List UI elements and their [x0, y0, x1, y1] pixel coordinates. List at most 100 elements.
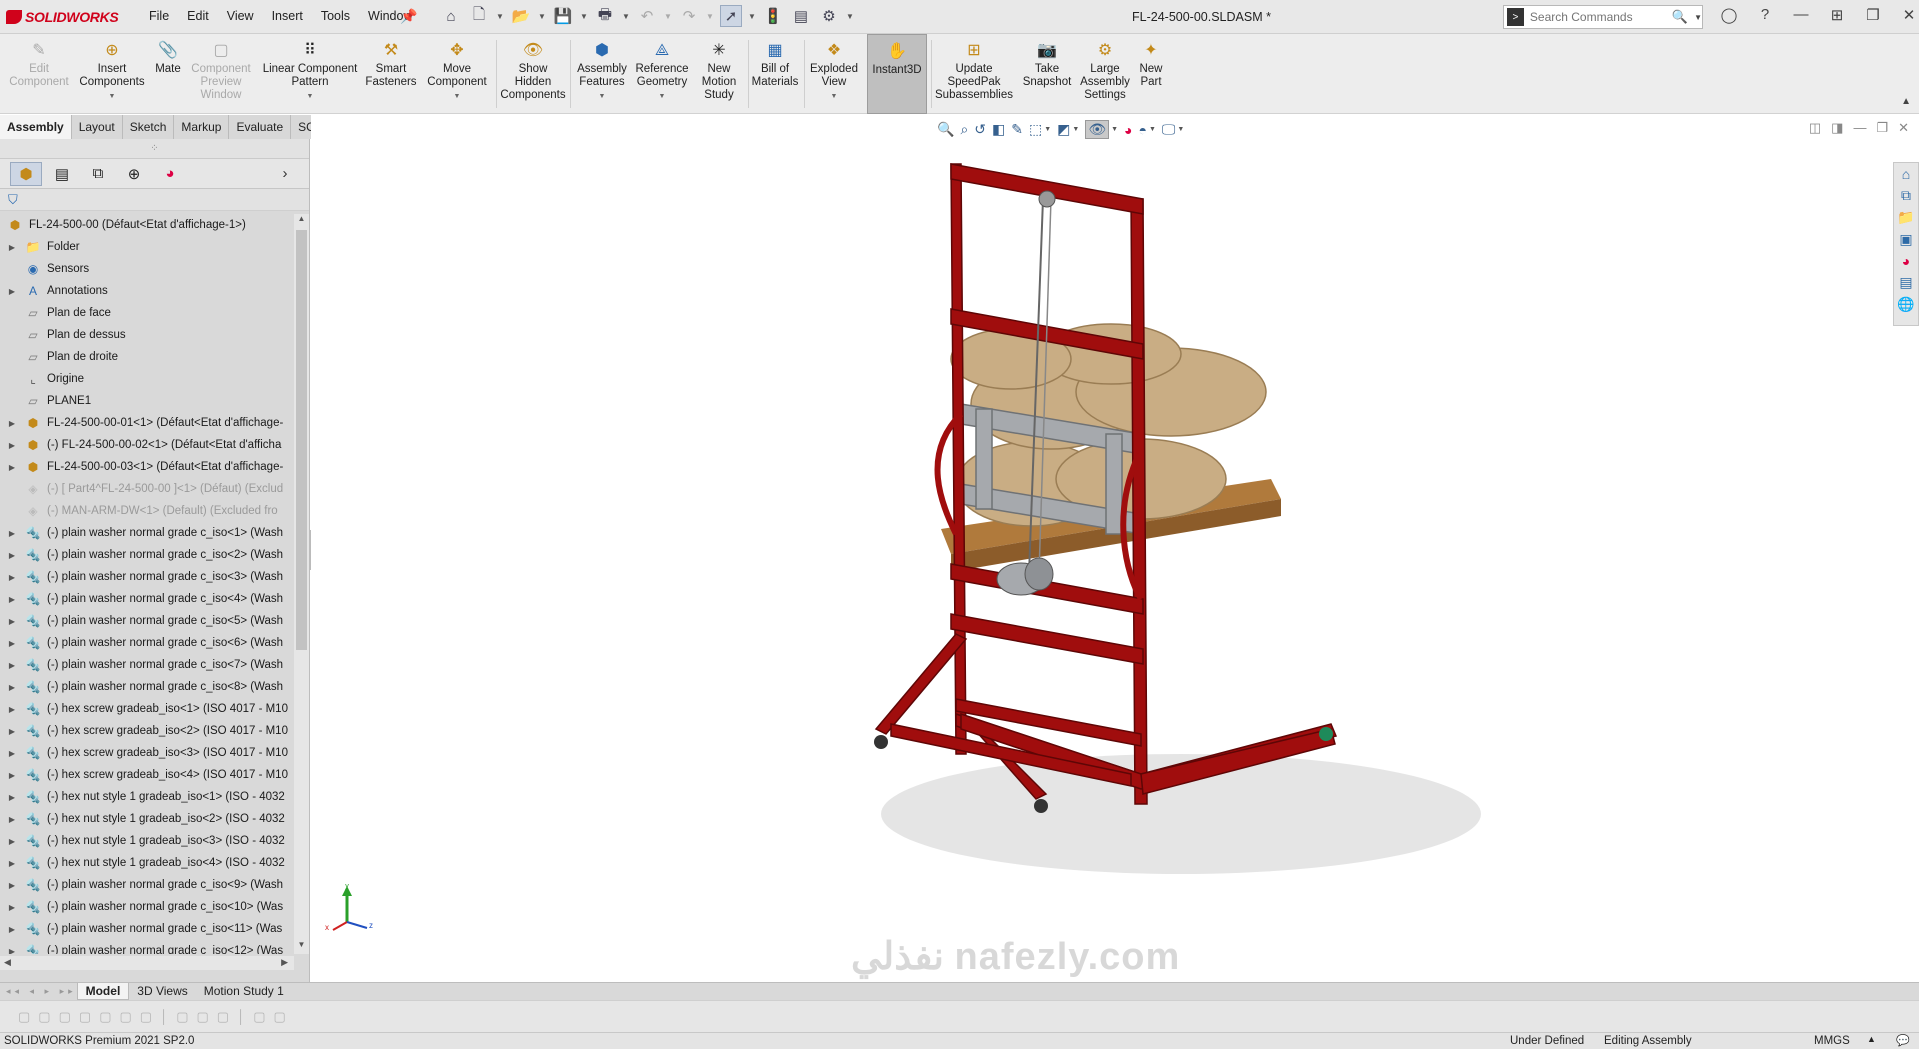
configuration-manager-tab-icon[interactable]: ⧉ [82, 162, 114, 186]
edit-component-button[interactable]: ✎ Edit Component [4, 34, 74, 114]
tree-item[interactable]: ▶ 🔩 (-) plain washer normal grade c_iso<12… [0, 940, 293, 954]
expand-arrow-icon[interactable]: ▶ [6, 463, 18, 472]
view-orientation-dropdown-icon[interactable]: ▼ [1044, 126, 1051, 133]
large-assembly-settings-button[interactable]: ⚙ Large Assembly Settings [1078, 34, 1132, 114]
close-icon[interactable]: ✕ [1896, 6, 1919, 24]
tree-item[interactable]: ▶ ⬢ FL-24-500-00-03<1> (Défaut<Etat d'affi… [0, 456, 293, 478]
edit-appearance-icon[interactable]: ◕ [1124, 122, 1132, 138]
viewport-tile-right-icon[interactable]: ◨ [1831, 120, 1843, 136]
move-component-button[interactable]: ✥ Move Component ▼ [422, 34, 492, 114]
dropdown-arrow-icon[interactable]: ▼ [109, 90, 116, 103]
tree-item[interactable]: ◈ (-) [ Part4^FL-24-500-00 ]<1> (Défaut) … [0, 478, 293, 500]
show-hidden-components-button[interactable]: 👁 Show Hidden Components [500, 34, 566, 114]
tab-navigation-arrows-icon[interactable]: ◂◂ ◂ ▸ ▸▸ [6, 986, 77, 997]
expand-arrow-icon[interactable]: ▶ [6, 661, 18, 670]
dropdown-arrow-icon[interactable]: ▼ [454, 90, 461, 103]
expand-arrow-icon[interactable]: ▶ [6, 859, 18, 868]
take-snapshot-button[interactable]: 📷 Take Snapshot [1018, 34, 1076, 114]
dropdown-arrow-icon[interactable]: ▼ [831, 90, 838, 103]
tab-layout[interactable]: Layout [72, 115, 123, 139]
tooltip-bubble-icon[interactable]: 💬 [1896, 1034, 1910, 1047]
user-account-icon[interactable]: ◯ [1716, 6, 1742, 24]
scroll-down-arrow-icon[interactable]: ▼ [294, 940, 309, 954]
options-dropdown-icon[interactable]: ▼ [846, 12, 854, 21]
view-palette-icon[interactable]: ▣ [1899, 231, 1912, 248]
rebuild-traffic-light-icon[interactable]: 🚦 [762, 5, 784, 27]
tree-item[interactable]: ▶ 🔩 (-) hex nut style 1 gradeab_iso<2> (IS… [0, 808, 293, 830]
new-part-button[interactable]: ✦ New Part [1134, 34, 1168, 114]
expand-arrow-icon[interactable]: ▶ [6, 815, 18, 824]
expand-arrow-icon[interactable]: ▶ [6, 287, 18, 296]
menu-file[interactable]: File [140, 9, 178, 23]
tree-item[interactable]: ▶ ⬢ FL-24-500-00-01<1> (Défaut<Etat d'affi… [0, 412, 293, 434]
viewport-restore-icon[interactable]: ❐ [1876, 120, 1888, 136]
tree-item[interactable]: ▶ 🔩 (-) plain washer normal grade c_iso<1>… [0, 522, 293, 544]
tree-item[interactable]: ▶ 🔩 (-) plain washer normal grade c_iso<3>… [0, 566, 293, 588]
display-manager-tab-icon[interactable]: ◕ [154, 162, 186, 186]
open-folder-icon[interactable]: 📂 [510, 5, 532, 27]
options-gear-icon[interactable]: ⚙ [818, 5, 840, 27]
select-arrow-icon[interactable]: ➚ [720, 5, 742, 27]
view-settings-dropdown-icon[interactable]: ▼ [1177, 126, 1184, 133]
property-manager-tab-icon[interactable]: ▤ [46, 162, 78, 186]
tree-item[interactable]: ▶ 🔩 (-) hex nut style 1 gradeab_iso<1> (IS… [0, 786, 293, 808]
search-commands-box[interactable]: > 🔍 ▼ [1503, 5, 1703, 29]
hide-show-items-icon[interactable]: 👁 [1085, 120, 1110, 139]
scroll-left-arrow-icon[interactable]: ◀ [4, 957, 11, 968]
mate-button[interactable]: 📎 Mate [152, 34, 184, 114]
expand-arrow-icon[interactable]: ▶ [6, 925, 18, 934]
view-settings-monitor-icon[interactable]: 🖵 [1162, 121, 1176, 138]
scroll-right-arrow-icon[interactable]: ▶ [281, 957, 288, 968]
open-dropdown-icon[interactable]: ▼ [538, 12, 546, 21]
solidworks-forum-icon[interactable]: 🌐 [1897, 296, 1914, 313]
tree-item[interactable]: ▶ 🔩 (-) plain washer normal grade c_iso<11… [0, 918, 293, 940]
menu-view[interactable]: View [218, 9, 263, 23]
expand-arrow-icon[interactable]: ▶ [6, 903, 18, 912]
expand-arrow-icon[interactable]: ▶ [6, 595, 18, 604]
linear-component-pattern-button[interactable]: ⠿ Linear Component Pattern ▼ [258, 34, 362, 114]
expand-arrow-icon[interactable]: ▶ [6, 749, 18, 758]
pin-icon[interactable]: 📌 [400, 8, 417, 25]
tree-item[interactable]: ▶ ⬢ (-) FL-24-500-00-02<1> (Défaut<Etat d'… [0, 434, 293, 456]
tree-item[interactable]: ◉ Sensors [0, 258, 293, 280]
menu-insert[interactable]: Insert [263, 9, 312, 23]
tree-item[interactable]: ▶ 🔩 (-) hex screw gradeab_iso<3> (ISO 4017… [0, 742, 293, 764]
viewport-minimize-icon[interactable]: — [1853, 120, 1866, 136]
tree-item[interactable]: ▱ PLANE1 [0, 390, 293, 412]
expand-arrow-icon[interactable]: ▶ [6, 419, 18, 428]
dynamic-annotation-icon[interactable]: ✎ [1011, 121, 1023, 138]
feature-manager-tab-icon[interactable]: ⬢ [10, 161, 42, 186]
select-dropdown-icon[interactable]: ▼ [748, 12, 756, 21]
tree-item[interactable]: ▶ 🔩 (-) plain washer normal grade c_iso<9>… [0, 874, 293, 896]
tab-assembly[interactable]: Assembly [0, 115, 72, 139]
zoom-to-area-icon[interactable]: ⌕ [960, 121, 968, 138]
tab-markup[interactable]: Markup [174, 115, 230, 139]
tree-item[interactable]: ▶ 🔩 (-) plain washer normal grade c_iso<10… [0, 896, 293, 918]
insert-components-button[interactable]: ⊕ Insert Components ▼ [74, 34, 150, 114]
smart-fasteners-button[interactable]: ⚒ Smart Fasteners [362, 34, 420, 114]
bottom-tab-model[interactable]: Model [76, 983, 130, 1000]
viewport-close-icon[interactable]: ✕ [1898, 120, 1909, 136]
expand-arrow-icon[interactable]: ▶ [6, 771, 18, 780]
menu-edit[interactable]: Edit [178, 9, 218, 23]
dropdown-arrow-icon[interactable]: ▼ [307, 90, 314, 103]
tree-item[interactable]: ⌞ Origine [0, 368, 293, 390]
tree-item[interactable]: ▶ 🔩 (-) plain washer normal grade c_iso<5>… [0, 610, 293, 632]
instant3d-button[interactable]: ✋ Instant3D [867, 34, 927, 114]
print-dropdown-icon[interactable]: ▼ [622, 12, 630, 21]
help-icon[interactable]: ? [1752, 6, 1778, 24]
tree-horizontal-scrollbar[interactable]: ◀ ▶ [0, 956, 294, 970]
tab-evaluate[interactable]: Evaluate [229, 115, 292, 139]
display-style-dropdown-icon[interactable]: ▼ [1072, 126, 1079, 133]
dimxpert-tab-icon[interactable]: ⊕ [118, 162, 150, 186]
tree-item[interactable]: ▶ 🔩 (-) hex screw gradeab_iso<1> (ISO 4017… [0, 698, 293, 720]
tree-item[interactable]: ▱ Plan de droite [0, 346, 293, 368]
new-motion-study-button[interactable]: ✳ New Motion Study [694, 34, 744, 114]
tree-item[interactable]: ▶ 🔩 (-) plain washer normal grade c_iso<4>… [0, 588, 293, 610]
search-icon[interactable]: 🔍 [1672, 9, 1688, 25]
tree-item[interactable]: ▶ 📁 Folder [0, 236, 293, 258]
new-document-icon[interactable]: 🗋 [468, 5, 490, 27]
reference-geometry-button[interactable]: ⟁ Reference Geometry ▼ [632, 34, 692, 114]
tree-item[interactable]: ▶ 🔩 (-) hex screw gradeab_iso<2> (ISO 4017… [0, 720, 293, 742]
undo-dropdown-icon[interactable]: ▼ [664, 12, 672, 21]
